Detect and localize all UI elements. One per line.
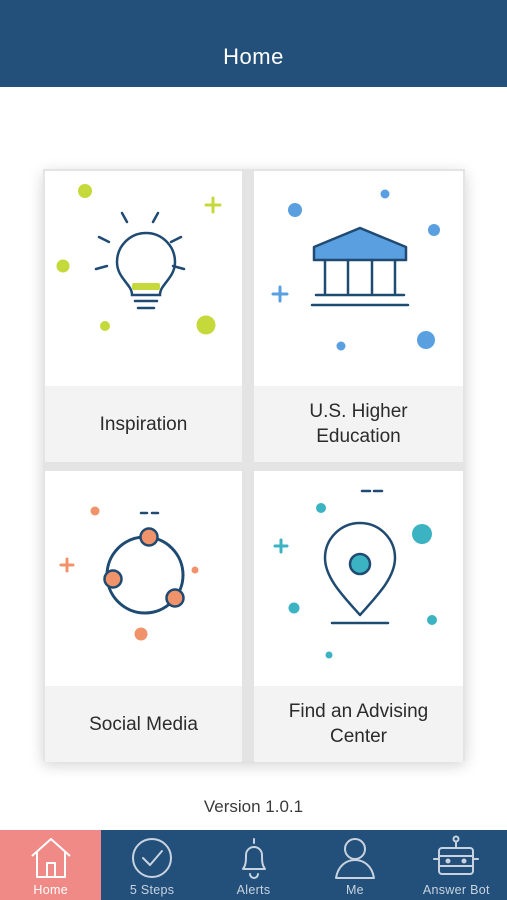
advising-center-label: Find an Advising Center	[254, 686, 463, 762]
inspiration-label: Inspiration	[45, 386, 242, 462]
lightbulb-icon	[56, 184, 222, 335]
page-title: Home	[223, 43, 284, 69]
home-menu-grid: Inspiration U.S. Higher Education Social…	[43, 169, 465, 762]
higher-education-illustration	[254, 171, 463, 386]
social-media-label: Social Media	[45, 686, 242, 762]
tab-answer-bot[interactable]: Answer Bot	[406, 830, 507, 900]
user-icon	[334, 838, 375, 879]
inspiration-illustration	[45, 171, 242, 386]
bell-icon	[241, 838, 266, 879]
tab-home-label: Home	[33, 883, 68, 897]
tab-alerts[interactable]: Alerts	[203, 830, 304, 900]
network-circle-icon	[59, 506, 199, 641]
tab-home[interactable]: Home	[0, 830, 102, 900]
checkmark-circle-icon	[132, 838, 173, 878]
tab-5-steps-label: 5 Steps	[129, 883, 175, 897]
app-version: Version 1.0.1	[203, 797, 304, 816]
home-icon	[31, 838, 71, 878]
social-media-card[interactable]: Social Media	[45, 471, 242, 762]
tab-alerts-label: Alerts	[236, 883, 271, 897]
inspiration-card[interactable]: Inspiration	[45, 171, 242, 462]
tab-me[interactable]: Me	[304, 830, 405, 900]
university-building-icon	[271, 189, 440, 351]
higher-education-label: U.S. Higher Education	[254, 386, 463, 462]
bottom-tab-bar: Home 5 Steps Alerts Me Answer Bot	[0, 830, 507, 900]
social-media-illustration	[45, 471, 242, 686]
tab-5-steps[interactable]: 5 Steps	[101, 830, 202, 900]
tab-me-label: Me	[345, 883, 364, 897]
app-header: Home	[0, 0, 507, 87]
advising-center-illustration	[254, 471, 463, 686]
advising-center-card[interactable]: Find an Advising Center	[254, 471, 463, 762]
higher-education-card[interactable]: U.S. Higher Education	[254, 171, 463, 462]
tab-answer-bot-label: Answer Bot	[422, 883, 490, 897]
robot-icon	[433, 835, 480, 875]
location-pin-icon	[273, 489, 437, 659]
